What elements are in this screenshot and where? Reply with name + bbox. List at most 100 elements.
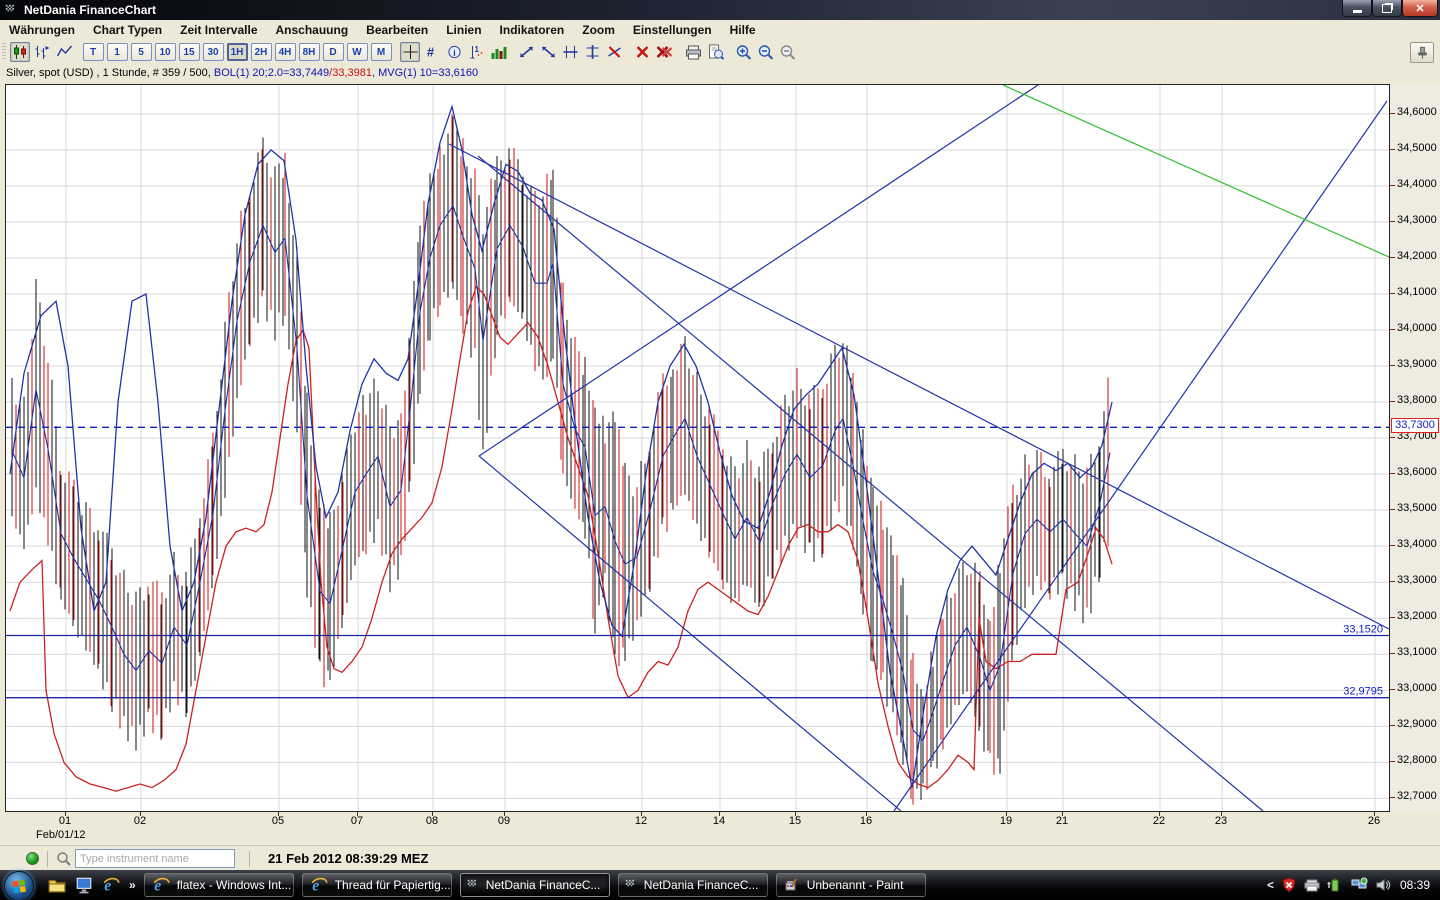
price-label-button[interactable]: 1 (466, 42, 486, 62)
interval-button-30[interactable]: 30 (203, 43, 224, 61)
task-label: NetDania FinanceC... (644, 878, 759, 892)
taskbar-task-netdania-financec-[interactable]: NetDania FinanceC... (618, 873, 768, 897)
price-tick-label: 32,9000 (1397, 718, 1437, 730)
price-tick-label: 33,3000 (1397, 574, 1437, 586)
instrument-search-input[interactable] (75, 849, 235, 868)
price-tick-label: 33,1000 (1397, 646, 1437, 658)
interval-group: T151015301H2H4H8HDWM (81, 43, 393, 61)
interval-button-15[interactable]: 15 (179, 43, 200, 61)
price-axis[interactable]: 34,600034,500034,400034,300034,200034,10… (1390, 84, 1440, 812)
toolbar-grip[interactable] (2, 43, 6, 61)
start-button[interactable] (4, 871, 34, 900)
interval-button-5[interactable]: 5 (131, 43, 152, 61)
zoom-out-button[interactable] (755, 42, 775, 62)
chart-plot[interactable]: 33,152032,9795 (5, 84, 1390, 812)
interval-button-m[interactable]: M (371, 43, 392, 61)
date-tick-label: 02 (134, 815, 146, 827)
price-tick-label: 33,8000 (1397, 394, 1437, 406)
price-tick-label: 33,5000 (1397, 502, 1437, 514)
battery-icon[interactable] (1327, 877, 1343, 893)
taskbar-task-flatex-windows-int-[interactable]: eflatex - Windows Int... (144, 873, 294, 897)
menu-item-chart-typen[interactable]: Chart Typen (84, 21, 171, 39)
task-label: flatex - Windows Int... (177, 878, 292, 892)
delete-line-button[interactable] (632, 42, 652, 62)
quicklaunch-folder-icon[interactable] (47, 875, 67, 895)
price-tick-label: 34,0000 (1397, 322, 1437, 334)
grid-button[interactable]: # (422, 42, 442, 62)
date-tick-label: 07 (351, 815, 363, 827)
current-price-label: 33,7300 (1391, 418, 1439, 433)
axis-start-date: Feb/01/12 (36, 829, 86, 841)
network-icon[interactable] (1350, 877, 1368, 893)
info-button[interactable]: i (444, 42, 464, 62)
zoom-reset-button[interactable] (777, 42, 797, 62)
price-tick-label: 33,6000 (1397, 466, 1437, 478)
taskbar-task-unbenannt-paint[interactable]: Unbenannt - Paint (776, 873, 926, 897)
price-tick-label: 34,5000 (1397, 142, 1437, 154)
svg-text:i: i (453, 48, 456, 58)
trendline-remove-button[interactable] (604, 42, 624, 62)
menu-item-währungen[interactable]: Währungen (0, 21, 84, 39)
menu-item-linien[interactable]: Linien (437, 21, 490, 39)
print-preview-button[interactable] (705, 42, 725, 62)
trendline-vertical-button[interactable] (582, 42, 602, 62)
menu-item-bearbeiten[interactable]: Bearbeiten (357, 21, 437, 39)
speaker-icon[interactable] (1375, 877, 1391, 893)
close-button[interactable]: ✕ (1402, 0, 1438, 17)
security-shield-icon[interactable] (1281, 877, 1297, 893)
restore-button[interactable] (1372, 0, 1402, 17)
app-icon (5, 4, 18, 17)
price-tick-label: 34,4000 (1397, 178, 1437, 190)
taskbar-task-thread-f-r-papiertig-[interactable]: eThread für Papiertig... (302, 873, 452, 897)
trendline-down-button[interactable] (538, 42, 558, 62)
quicklaunch-overflow-chevron[interactable]: » (129, 878, 136, 892)
info-segment: BOL(1) 20;2.0=33,7449 (214, 67, 329, 79)
date-tick-label: 21 (1056, 815, 1068, 827)
price-tick-label: 34,3000 (1397, 214, 1437, 226)
support-level-label: 33,1520 (1343, 624, 1383, 636)
task-buttons: eflatex - Windows Int... eThread für Papi… (136, 873, 926, 897)
toolbar: T151015301H2H4H8HDWM #i1 (0, 40, 1440, 65)
trendline-horizontal-button[interactable] (560, 42, 580, 62)
menu-item-einstellungen[interactable]: Einstellungen (624, 21, 721, 39)
ohlc-chart-button[interactable] (32, 42, 52, 62)
menu-item-anschauung[interactable]: Anschauung (267, 21, 358, 39)
delete-all-lines-button[interactable] (654, 42, 675, 62)
menu-item-zoom[interactable]: Zoom (573, 21, 624, 39)
crosshair-button[interactable] (400, 42, 420, 62)
trendline-up-button[interactable] (516, 42, 536, 62)
menu-item-zeit-intervalle[interactable]: Zeit Intervalle (171, 21, 266, 39)
quicklaunch-ie-icon[interactable]: e (101, 875, 121, 895)
print-button[interactable] (683, 42, 703, 62)
menu-bar: WährungenChart TypenZeit IntervalleAnsch… (0, 20, 1440, 41)
interval-button-1[interactable]: 1 (107, 43, 128, 61)
date-tick-label: 01 (59, 815, 71, 827)
interval-button-4h[interactable]: 4H (275, 43, 296, 61)
interval-button-t[interactable]: T (83, 43, 104, 61)
netdania-icon (625, 879, 638, 892)
interval-button-1h[interactable]: 1H (227, 43, 248, 61)
candlestick-chart-button[interactable] (10, 42, 30, 62)
menu-item-hilfe[interactable]: Hilfe (721, 21, 765, 39)
date-tick-label: 16 (860, 815, 872, 827)
date-tick-label: 22 (1153, 815, 1165, 827)
interval-button-8h[interactable]: 8H (299, 43, 320, 61)
printer-icon[interactable] (1304, 877, 1320, 893)
zoom-in-button[interactable] (733, 42, 753, 62)
taskbar: e » eflatex - Windows Int... eThread für … (0, 870, 1440, 900)
quicklaunch-desktop-icon[interactable] (74, 875, 94, 895)
minimize-button[interactable] (1342, 0, 1372, 17)
svg-text:1: 1 (474, 45, 479, 54)
taskbar-task-netdania-financec-[interactable]: NetDania FinanceC... (460, 873, 610, 897)
menu-item-indikatoren[interactable]: Indikatoren (491, 21, 574, 39)
interval-button-10[interactable]: 10 (155, 43, 176, 61)
tray-chevron[interactable]: < (1267, 878, 1274, 892)
title-bar: NetDania FinanceChart ✕ (0, 0, 1440, 20)
chart-info-line: Silver, spot (USD) , 1 Stunde, # 359 / 5… (0, 64, 1440, 81)
interval-button-d[interactable]: D (323, 43, 344, 61)
line-chart-button[interactable] (54, 42, 74, 62)
pin-toolbar-button[interactable] (1410, 42, 1434, 63)
interval-button-w[interactable]: W (347, 43, 368, 61)
interval-button-2h[interactable]: 2H (251, 43, 272, 61)
volume-button[interactable] (488, 42, 508, 62)
